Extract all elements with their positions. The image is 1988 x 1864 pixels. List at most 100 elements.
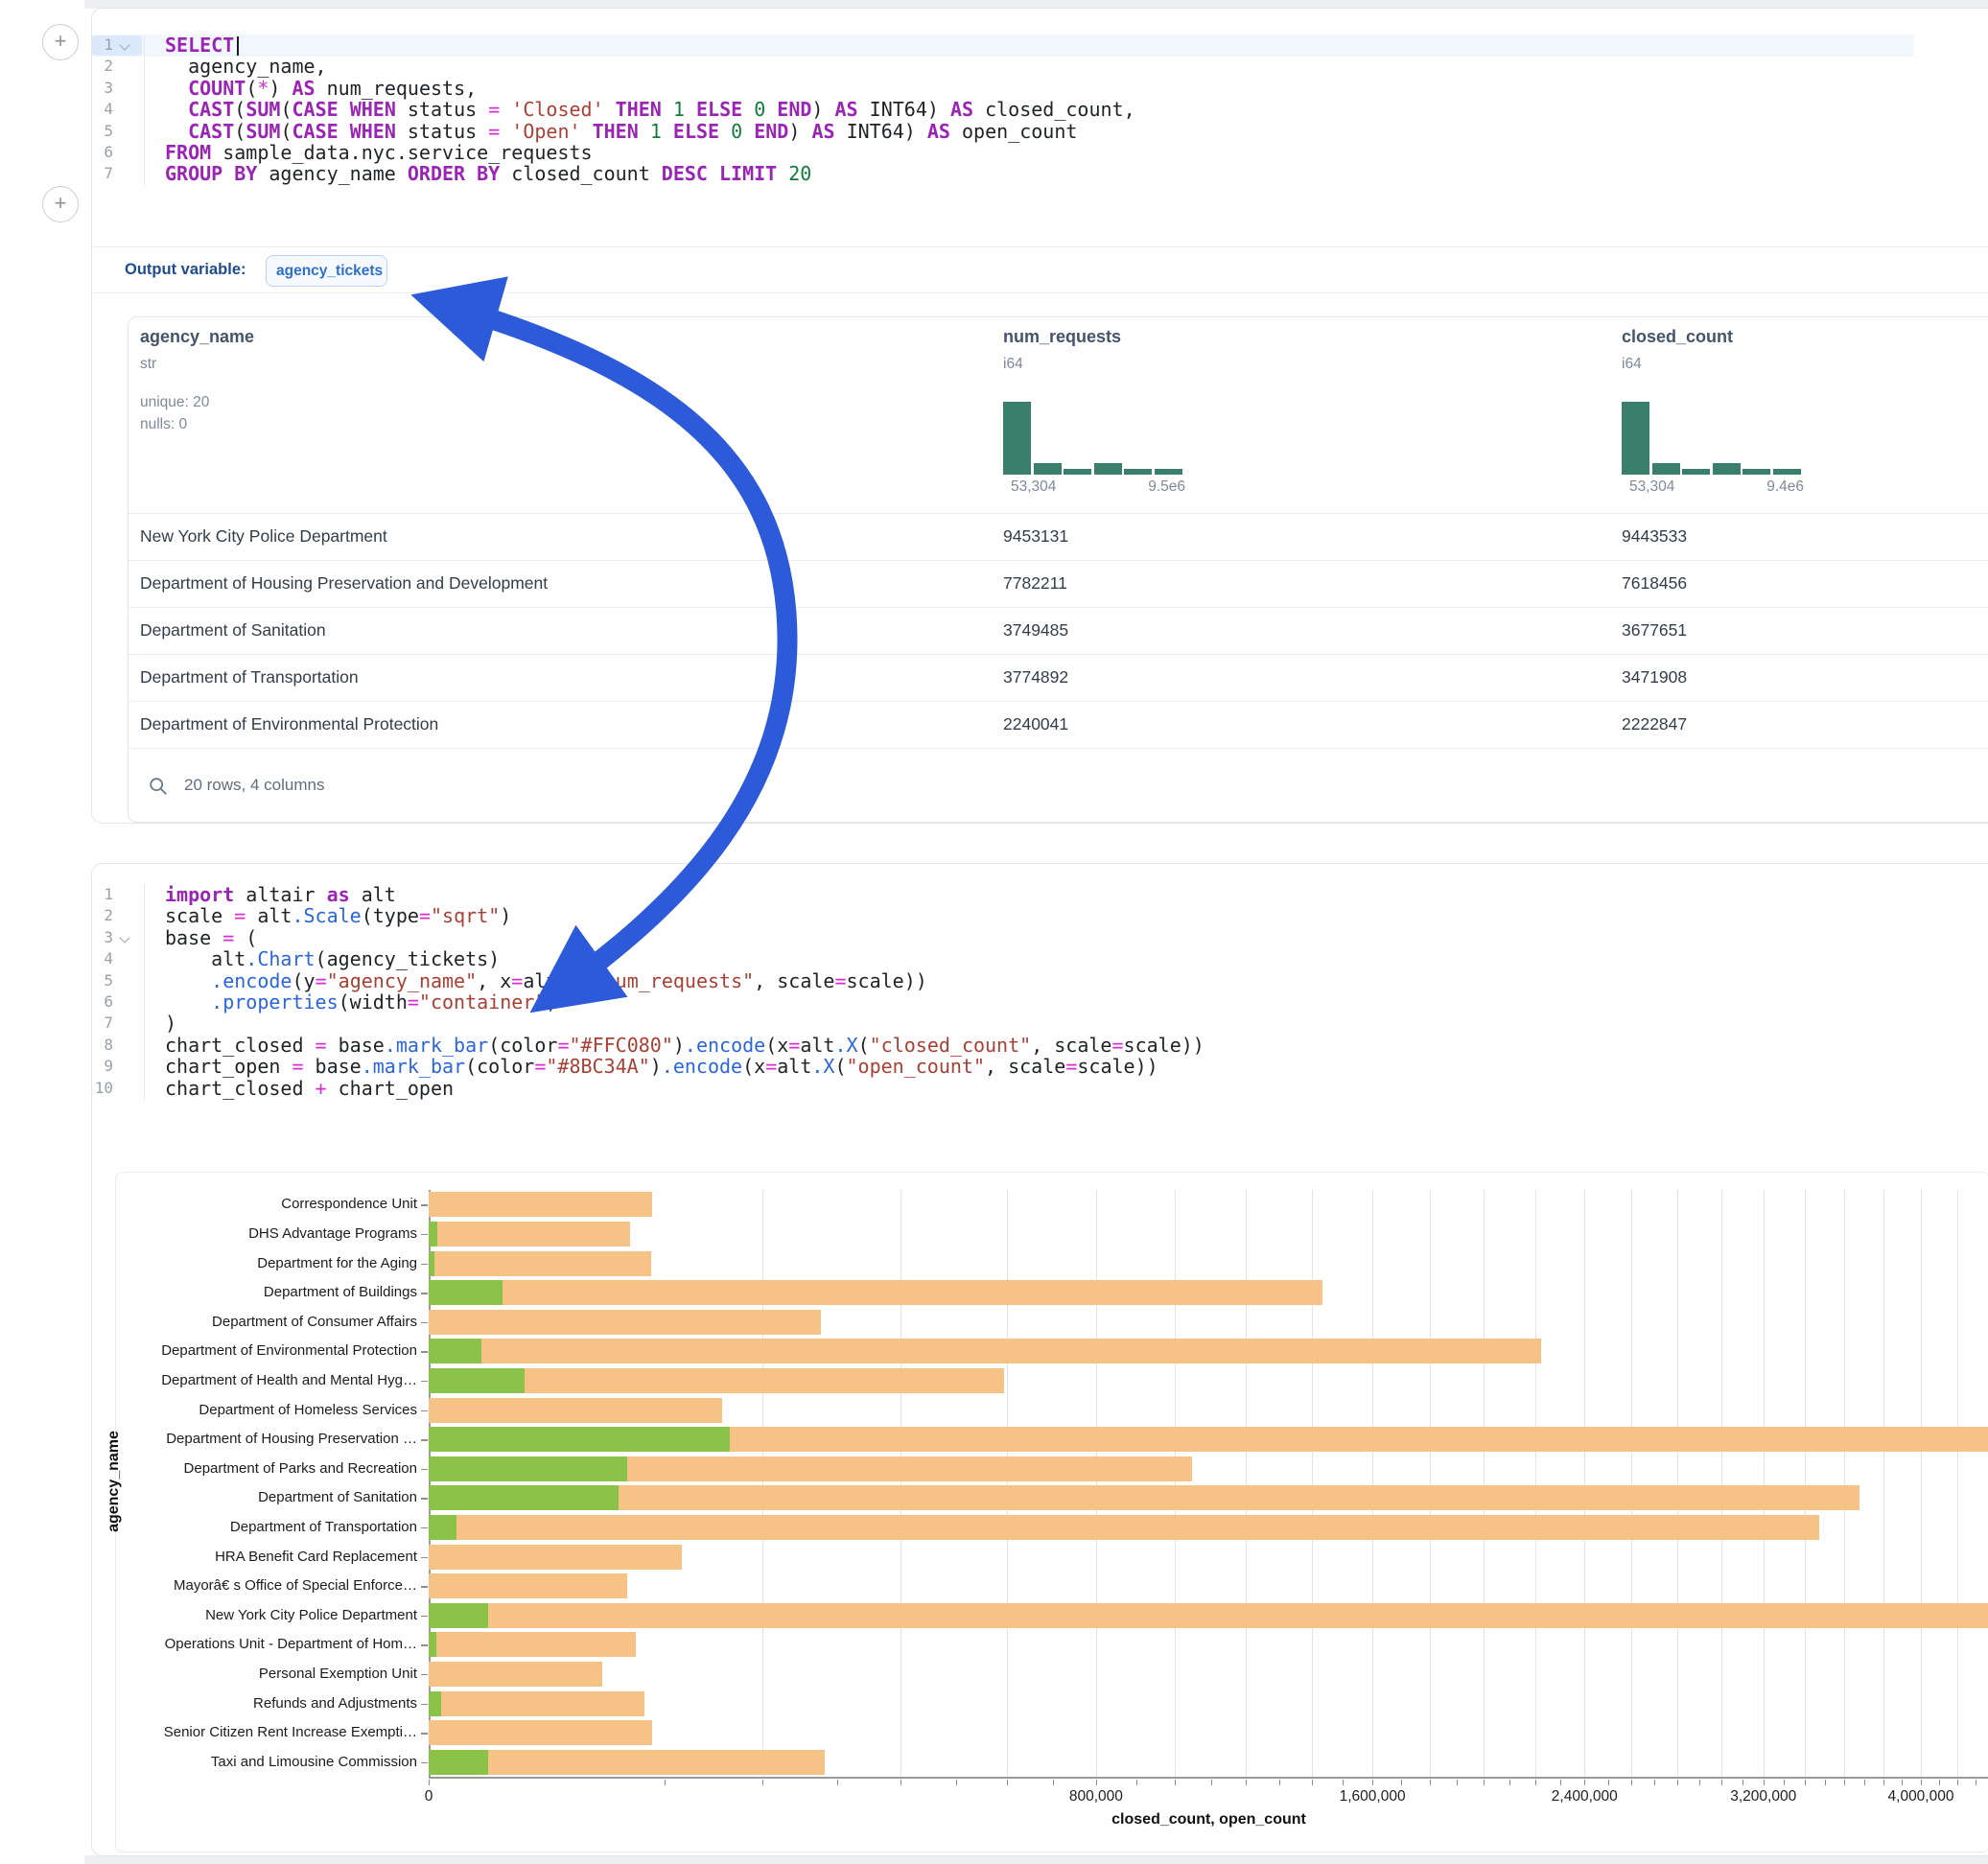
code-line[interactable]: 8chart_closed = base.mark_bar(color="#FF… [92, 1035, 1914, 1057]
y-axis-label: Department of Parks and Recreation [129, 1460, 417, 1477]
code-token: AS [950, 98, 973, 121]
x-axis-tick [1560, 1780, 1561, 1785]
code-line[interactable]: 6FROM sample_data.nyc.service_requests [92, 142, 1914, 164]
code-text: CAST(SUM(CASE WHEN status = 'Open' THEN … [165, 121, 1077, 142]
code-token: "open_count" [847, 1055, 986, 1078]
code-token: alt [523, 969, 557, 992]
fold-chevron-icon[interactable] [119, 932, 129, 943]
code-line[interactable]: 3 COUNT(*) AS num_requests, [92, 78, 1914, 100]
code-line[interactable]: 9chart_open = base.mark_bar(color="#8BC3… [92, 1056, 1914, 1078]
table-cell: Department of Transportation [140, 654, 359, 701]
code-token: , x [477, 969, 511, 992]
code-token [662, 98, 673, 121]
code-line[interactable]: 6 .properties(width="container") [92, 991, 1914, 1014]
code-token: ( [246, 77, 257, 100]
hist-bar [1682, 469, 1710, 475]
bar-open [429, 1280, 503, 1305]
table-row[interactable]: Department of Environmental Protection22… [129, 701, 1988, 748]
y-axis-tick [421, 1527, 428, 1529]
line-number: 6 [92, 142, 113, 163]
code-token: ) [165, 1012, 176, 1035]
code-token: (type [362, 904, 419, 927]
column-header-num-requests[interactable]: num_requests [1003, 327, 1121, 347]
code-token: ) [788, 120, 811, 143]
y-axis-tick [421, 1322, 428, 1324]
x-axis-tick [429, 1780, 430, 1785]
table-row[interactable]: Department of Sanitation37494853677651 [129, 607, 1988, 654]
code-token: = [511, 969, 523, 992]
table-cell: 2240041 [1003, 701, 1068, 748]
x-tick-label: 0 [371, 1788, 486, 1806]
x-axis-tick [1430, 1780, 1431, 1785]
code-token [742, 120, 754, 143]
x-axis-tick [1175, 1780, 1176, 1785]
x-axis-tick [1677, 1780, 1678, 1785]
python-editor[interactable]: 1import altair as alt2scale = alt.Scale(… [92, 884, 1972, 1105]
code-token: INT64) [835, 120, 927, 143]
code-line[interactable]: 2scale = alt.Scale(type="sqrt") [92, 905, 1914, 927]
code-token [639, 120, 650, 143]
code-line[interactable]: 7GROUP BY agency_name ORDER BY closed_co… [92, 163, 1914, 185]
gridline [1096, 1190, 1097, 1777]
gridline [1844, 1190, 1845, 1777]
bar-open [429, 1339, 481, 1363]
code-line[interactable]: 3base = ( [92, 927, 1914, 949]
code-token: "num_requests" [593, 969, 755, 992]
sql-editor[interactable]: 1SELECT2 agency_name,3 COUNT(*) AS num_r… [92, 35, 1972, 188]
code-line[interactable]: 1import altair as alt [92, 884, 1914, 906]
code-token: altair [234, 883, 326, 906]
line-number: 3 [92, 78, 113, 99]
code-token: .X [811, 1055, 834, 1078]
y-axis-label: New York City Police Department [129, 1607, 417, 1623]
table-cell: 2222847 [1622, 701, 1687, 748]
add-cell-button-middle[interactable]: + [42, 186, 79, 222]
y-axis-label: Department of Transportation [129, 1519, 417, 1535]
y-axis-title: agency_name [105, 1338, 125, 1625]
y-axis-tick [421, 1381, 428, 1383]
code-token: chart_closed [165, 1077, 316, 1100]
code-line[interactable]: 2 agency_name, [92, 56, 1914, 78]
code-line[interactable]: 1SELECT [92, 35, 1914, 57]
output-variable-pill[interactable]: agency_tickets [266, 255, 387, 287]
bar-open [429, 1603, 488, 1628]
code-token: scale)) [1124, 1034, 1204, 1057]
table-row[interactable]: New York City Police Department945313194… [129, 513, 1988, 560]
code-line[interactable]: 4 CAST(SUM(CASE WHEN status = 'Closed' T… [92, 99, 1914, 121]
code-token: closed_count [500, 162, 662, 185]
code-token: = [292, 1055, 303, 1078]
code-token: base [327, 1034, 385, 1057]
column-header-closed-count[interactable]: closed_count [1622, 327, 1733, 347]
code-token: import [165, 883, 234, 906]
code-line[interactable]: 7) [92, 1013, 1914, 1035]
x-axis-tick [1136, 1780, 1137, 1785]
output-variable-label: Output variable: [125, 253, 246, 286]
bar-closed [429, 1632, 636, 1657]
code-text: SELECT [165, 35, 239, 56]
add-cell-button-top[interactable]: + [42, 24, 79, 60]
code-line[interactable]: 5 .encode(y="agency_name", x=alt.X("num_… [92, 970, 1914, 992]
column-dtype: i64 [1622, 356, 1642, 373]
search-icon[interactable] [148, 776, 169, 797]
code-token: chart_open [165, 1055, 292, 1078]
table-row[interactable]: Department of Housing Preservation and D… [129, 560, 1988, 607]
code-token [339, 98, 350, 121]
x-axis-tick [1584, 1780, 1585, 1785]
code-line[interactable]: 4 alt.Chart(agency_tickets) [92, 948, 1914, 970]
line-number: 3 [92, 927, 113, 948]
code-token: scale)) [847, 969, 927, 992]
bar-open [429, 1222, 437, 1247]
table-cell: 3774892 [1003, 654, 1068, 701]
code-token: = [488, 120, 500, 143]
table-cell: 3677651 [1622, 607, 1687, 654]
code-token: chart_closed [165, 1034, 316, 1057]
table-cell: 3471908 [1622, 654, 1687, 701]
y-axis-tick [421, 1234, 428, 1236]
code-token: = [316, 969, 327, 992]
code-text: import altair as alt [165, 884, 396, 905]
code-token: END [777, 98, 811, 121]
code-line[interactable]: 5 CAST(SUM(CASE WHEN status = 'Open' THE… [92, 121, 1914, 143]
column-header-agency-name[interactable]: agency_name [140, 327, 254, 347]
table-row[interactable]: Department of Transportation 3774892 34719… [129, 654, 1988, 701]
gridline [1372, 1190, 1373, 1777]
code-line[interactable]: 10chart_closed + chart_open [92, 1078, 1914, 1100]
